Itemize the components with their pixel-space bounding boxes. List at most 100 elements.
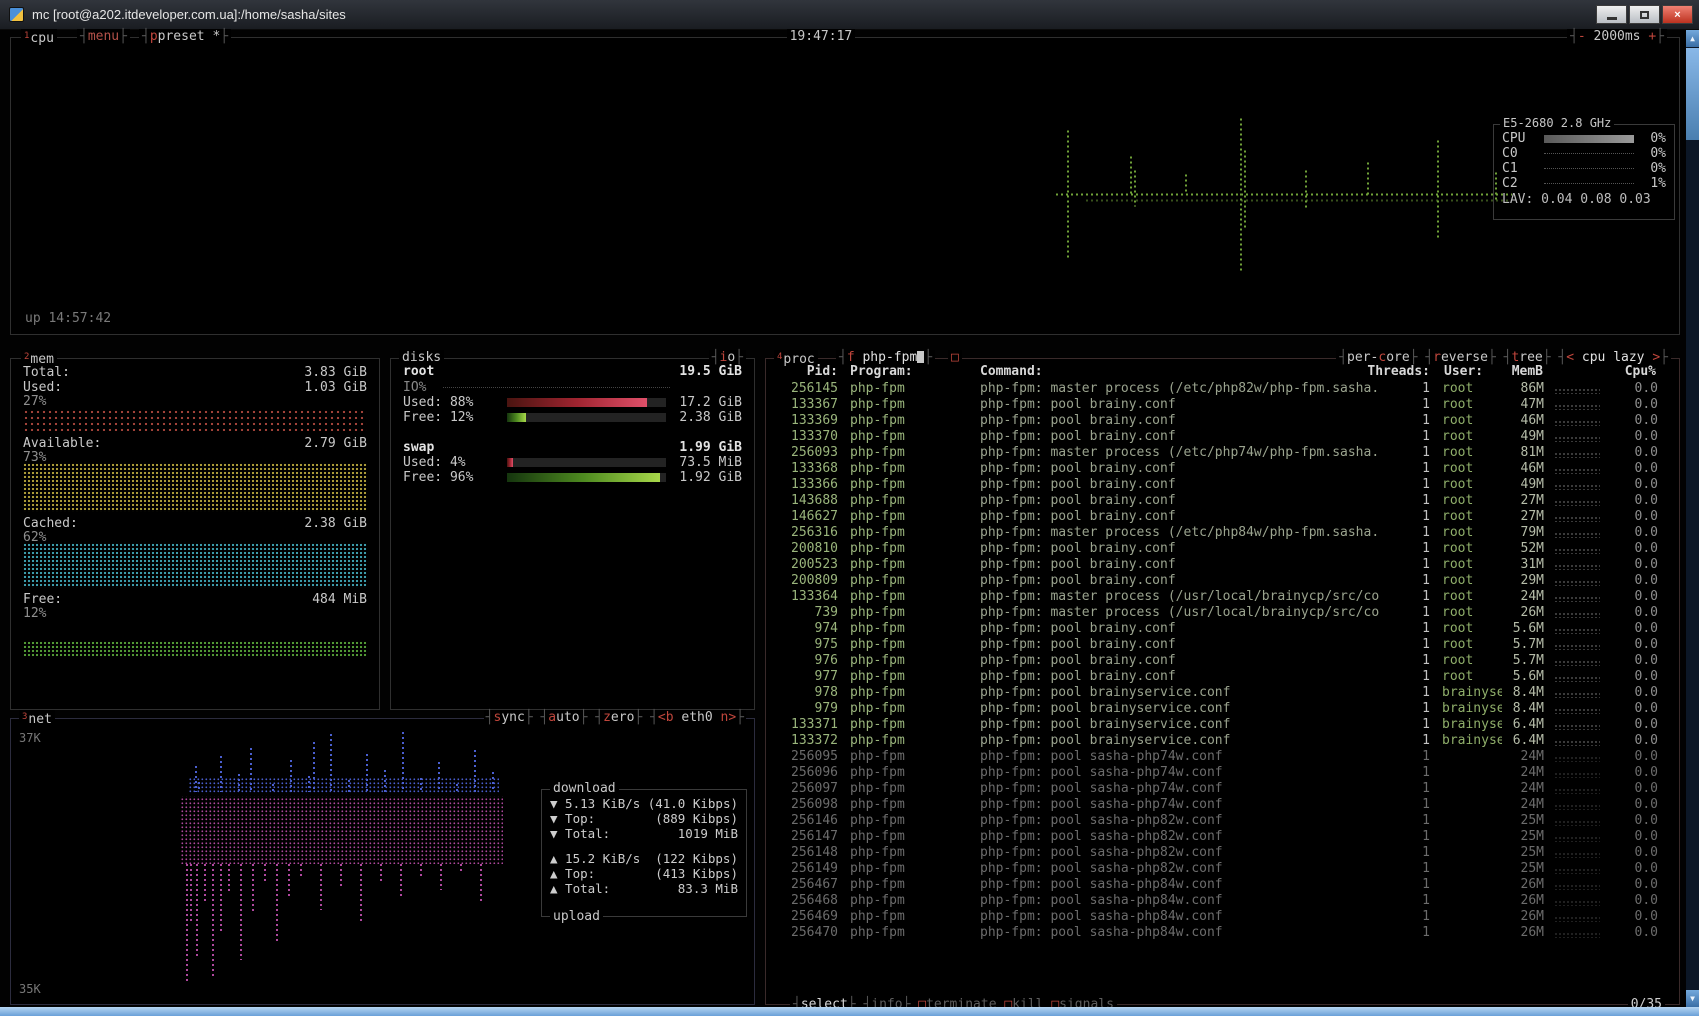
mem-mini-graph [1554,420,1600,426]
maximize-button[interactable] [1629,5,1660,24]
net-auto-button[interactable]: ┤auto├ [540,710,587,725]
proc-row[interactable]: 133364php-fpmphp-fpm: master process (/u… [768,589,1673,605]
mem-mini-graph [1554,820,1600,826]
col-header-pid[interactable]: Pid: [768,364,838,379]
mem-mini-graph [1554,516,1600,522]
disk-root-free-row: Free: 12% 2.38 GiB [403,410,742,424]
mem-mini-graph [1554,644,1600,650]
proc-row[interactable]: 256467php-fpmphp-fpm: pool sasha-php84w.… [768,877,1673,893]
proc-row[interactable]: 133370php-fpmphp-fpm: pool brainy.conf1r… [768,429,1673,445]
proc-row[interactable]: 739php-fpmphp-fpm: master process (/usr/… [768,605,1673,621]
proc-row[interactable]: 979php-fpmphp-fpm: pool brainyservice.co… [768,701,1673,717]
proc-row[interactable]: 256147php-fpmphp-fpm: pool sasha-php82w.… [768,829,1673,845]
mem-mini-graph [1554,484,1600,490]
proc-row[interactable]: 977php-fpmphp-fpm: pool brainy.conf1root… [768,669,1673,685]
proc-row[interactable]: 256148php-fpmphp-fpm: pool sasha-php82w.… [768,845,1673,861]
proc-row[interactable]: 256097php-fpmphp-fpm: pool sasha-php74w.… [768,781,1673,797]
proc-row[interactable]: 256149php-fpmphp-fpm: pool sasha-php82w.… [768,861,1673,877]
proc-row[interactable]: 256096php-fpmphp-fpm: pool sasha-php74w.… [768,765,1673,781]
proc-row[interactable]: 256146php-fpmphp-fpm: pool sasha-php82w.… [768,813,1673,829]
update-interval-control[interactable]: ┤- 2000ms +├ [1567,29,1667,44]
scroll-up-arrow-icon[interactable]: ▲ [1686,30,1699,47]
mem-cached-row: Cached:2.38 GiB [23,516,367,531]
proc-row[interactable]: 256469php-fpmphp-fpm: pool sasha-php84w.… [768,909,1673,925]
proc-row[interactable]: 256470php-fpmphp-fpm: pool sasha-php84w.… [768,925,1673,941]
proc-row[interactable]: 256145php-fpmphp-fpm: master process (/e… [768,381,1673,397]
clear-filter-button[interactable]: □ [948,350,962,365]
proc-row[interactable]: 978php-fpmphp-fpm: pool brainyservice.co… [768,685,1673,701]
mem-free-pct: 12% [23,606,46,621]
col-header-cpu[interactable]: Cpu% [1606,364,1656,379]
mem-box: 2mem Total:3.83 GiB Used:1.03 GiB 27% Av… [10,358,380,710]
cpu-model-label: E5-2680 2.8 GHz [1500,116,1614,131]
cpu-total-row: CPU 0% [1494,131,1674,146]
iface-prev-button[interactable]: <b [658,710,674,725]
proc-row[interactable]: 143688php-fpmphp-fpm: pool brainy.conf1r… [768,493,1673,509]
sort-next-button[interactable]: > [1652,350,1660,365]
net-iface-switcher[interactable]: ┤<b eth0 n>├ [650,710,744,725]
proc-row[interactable]: 256098php-fpmphp-fpm: pool sasha-php74w.… [768,797,1673,813]
col-header-command[interactable]: Command: [980,364,1043,379]
horizontal-scrollbar[interactable] [0,1007,1699,1016]
titlebar[interactable]: mc [root@a202.itdeveloper.com.ua]:/home/… [0,0,1699,30]
proc-row[interactable]: 976php-fpmphp-fpm: pool brainy.conf1root… [768,653,1673,669]
preset-button[interactable]: ┤ppreset *├ [139,29,231,44]
cpu-core-row: C21% [1494,176,1674,191]
minimize-button[interactable] [1596,5,1627,24]
proc-row[interactable]: 200810php-fpmphp-fpm: pool brainy.conf1r… [768,541,1673,557]
close-button[interactable]: × [1662,5,1693,24]
col-header-program[interactable]: Program: [850,364,913,379]
interval-plus-button[interactable]: + [1648,29,1656,44]
menu-button[interactable]: ┤menu├ [77,29,130,44]
col-header-threads[interactable]: Threads: [1366,364,1430,379]
proc-row[interactable]: 974php-fpmphp-fpm: pool brainy.conf1root… [768,621,1673,637]
proc-row[interactable]: 133366php-fpmphp-fpm: pool brainy.conf1r… [768,477,1673,493]
per-core-toggle[interactable]: ┤per-core├ [1339,350,1417,365]
mem-mini-graph [1554,532,1600,538]
uptime-label: up 14:57:42 [25,311,111,326]
proc-row[interactable]: 256095php-fpmphp-fpm: pool sasha-php74w.… [768,749,1673,765]
proc-row[interactable]: 256468php-fpmphp-fpm: pool sasha-php84w.… [768,893,1673,909]
tree-toggle[interactable]: ┤tree├ [1504,350,1551,365]
proc-row[interactable]: 146627php-fpmphp-fpm: pool brainy.conf1r… [768,509,1673,525]
proc-row[interactable]: 133372php-fpmphp-fpm: pool brainyservice… [768,733,1673,749]
net-zero-button[interactable]: ┤zero├ [595,710,642,725]
proc-options: ┤per-core├ ┤reverse├ ┤tree├ ┤< cpu lazy … [1336,350,1671,365]
proc-row[interactable]: 200523php-fpmphp-fpm: pool brainy.conf1r… [768,557,1673,573]
reverse-toggle[interactable]: ┤reverse├ [1425,350,1495,365]
proc-row[interactable]: 133367php-fpmphp-fpm: pool brainy.conf1r… [768,397,1673,413]
proc-filter-input[interactable]: ┤f php-fpm├ [836,350,935,365]
interval-minus-button[interactable]: - [1578,29,1586,44]
proc-row[interactable]: 133371php-fpmphp-fpm: pool brainyservice… [768,717,1673,733]
net-box: 3net ┤sync├ ┤auto├ ┤zero├ ┤<b eth0 n>├ 3… [10,718,755,1005]
mem-mini-graph [1554,596,1600,602]
download-top-row: ▼ Top:(889 Kibps) [542,811,746,826]
minimize-icon [1607,17,1617,20]
proc-row[interactable]: 256093php-fpmphp-fpm: master process (/e… [768,445,1673,461]
proc-rows: 256145php-fpmphp-fpm: master process (/e… [768,381,1673,990]
upload-top-row: ▲ Top:(413 Kibps) [542,866,746,881]
cpu-core-row: C00% [1494,146,1674,161]
col-header-mem[interactable]: MemB [1503,364,1543,379]
mem-mini-graph [1554,932,1600,938]
mem-mini-graph [1554,404,1600,410]
proc-row[interactable]: 256316php-fpmphp-fpm: master process (/e… [768,525,1673,541]
sort-selector[interactable]: ┤< cpu lazy >├ [1558,350,1668,365]
proc-row[interactable]: 133369php-fpmphp-fpm: pool brainy.conf1r… [768,413,1673,429]
mem-mini-graph [1554,436,1600,442]
net-scale-top: 37K [19,731,41,745]
col-header-user[interactable]: User: [1444,364,1483,379]
cpu-box-title: 1cpu [21,29,57,46]
io-toggle-button[interactable]: ┤io├ [709,350,746,365]
disk-swap-used-row: Used: 4% 73.5 MiB [403,455,742,469]
iface-next-button[interactable]: n> [721,710,737,725]
proc-row[interactable]: 200809php-fpmphp-fpm: pool brainy.conf1r… [768,573,1673,589]
vertical-scrollbar[interactable]: ▲ ▼ [1686,30,1699,1007]
proc-row[interactable]: 133368php-fpmphp-fpm: pool brainy.conf1r… [768,461,1673,477]
net-sync-button[interactable]: ┤sync├ [486,710,533,725]
mem-total-row: Total:3.83 GiB [23,365,367,380]
vertical-scrollbar-thumb[interactable] [1686,48,1699,140]
proc-row[interactable]: 975php-fpmphp-fpm: pool brainy.conf1root… [768,637,1673,653]
scroll-down-arrow-icon[interactable]: ▼ [1686,990,1699,1007]
sort-prev-button[interactable]: < [1566,350,1574,365]
